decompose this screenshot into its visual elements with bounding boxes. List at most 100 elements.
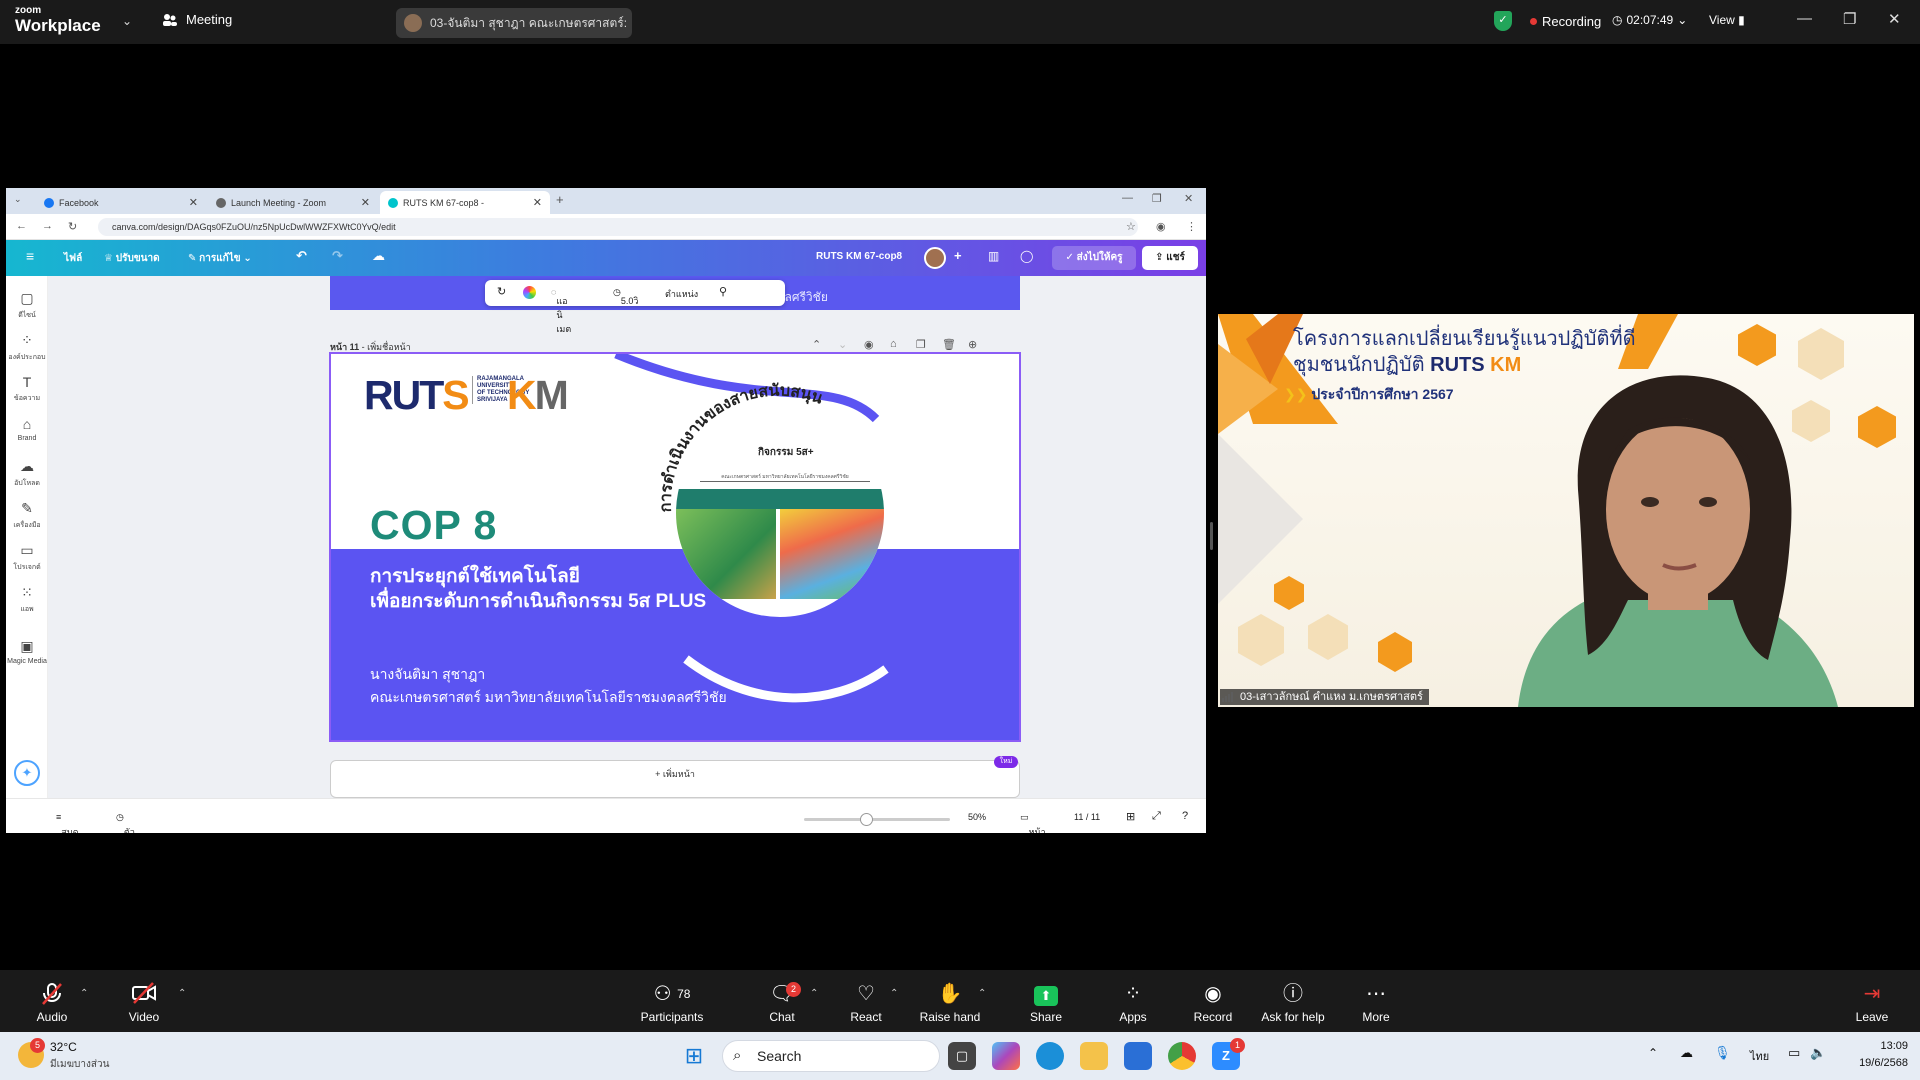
tab-close-icon[interactable]: ✕ [533,196,542,209]
view-button[interactable]: View ▮ [1709,13,1745,27]
rail-apps[interactable]: ⁙ แอพ [6,584,48,615]
url-field[interactable]: canva.com/design/DAGqs0FZuOU/nz5NpUcDwlW… [98,218,1138,236]
browser-close-icon[interactable]: ✕ [1184,192,1193,205]
next-slide-placeholder[interactable]: + เพิ่มหน้า [330,760,1020,798]
restore-icon[interactable]: ❐ [1843,10,1856,28]
new-tab-icon[interactable]: + [556,192,564,207]
help-icon[interactable]: ? [1182,810,1188,822]
copilot-icon[interactable] [992,1042,1020,1070]
analytics-icon[interactable]: ▥ [988,249,999,263]
redo-icon[interactable]: ↷ [332,248,343,264]
add-page-icon[interactable]: ⊕ [968,338,977,351]
security-shield-icon[interactable]: ✓ [1494,11,1512,31]
react-options-chevron-icon[interactable]: ⌃ [890,988,898,999]
rail-text[interactable]: T ข้อความ [6,374,48,404]
split-view-handle[interactable] [1210,522,1213,550]
tab-close-icon[interactable]: ✕ [189,196,198,209]
magic-assistant-icon[interactable]: ✦ [14,760,40,786]
raise-hand-button[interactable]: ✋ Raise hand [916,982,984,1024]
duplicate-page-icon[interactable]: ❐ [916,338,926,351]
ask-for-help-button[interactable]: ⓘ Ask for help [1258,982,1328,1024]
app-menu-chevron-icon[interactable]: ⌄ [122,14,132,28]
video-options-chevron-icon[interactable]: ⌃ [178,988,186,999]
tab-close-icon[interactable]: ✕ [361,196,370,209]
resize-menu[interactable]: ♕ ปรับขนาด [104,251,160,266]
display-icon[interactable]: ▭ [1788,1045,1800,1061]
clock-time[interactable]: 13:09 [1848,1040,1908,1052]
reload-icon[interactable]: ↻ [68,220,77,233]
chat-options-chevron-icon[interactable]: ⌃ [810,988,818,999]
rail-tools[interactable]: ✎ เครื่องมือ [6,500,48,531]
browser-restore-icon[interactable]: ❐ [1152,192,1162,205]
hide-page-icon[interactable]: ◉ [864,338,874,351]
add-collaborator-icon[interactable]: + [954,248,962,263]
present-button[interactable]: ✓ ส่งไปให้ครู [1052,246,1136,270]
notes-button[interactable]: ≡ สมุดโน้ต [56,812,79,833]
video-button[interactable]: Video [124,982,164,1024]
clock-date[interactable]: 19/6/2568 [1838,1057,1908,1069]
input-language[interactable]: ไทย [1750,1047,1769,1065]
delete-page-icon[interactable]: 🗑 [942,338,956,351]
slide-canvas[interactable]: RUTS RAJAMANGALA UNIVERSITY OF TECHNOLOG… [329,352,1021,742]
microsoft-store-icon[interactable] [1124,1042,1152,1070]
position-button[interactable]: ตำแหน่ง [665,287,698,301]
color-wheel-icon[interactable] [523,286,536,299]
react-button[interactable]: ♡ React [846,982,886,1024]
tab-canva-design[interactable]: RUTS KM 67-cop8 - ✕ [380,191,550,214]
rail-uploads[interactable]: ☁ อัปโหลด [6,458,48,489]
meeting-timer[interactable]: ◷ 02:07:49 ⌄ [1612,13,1687,27]
leave-button[interactable]: ⇥ Leave [1852,982,1892,1024]
replace-icon[interactable]: ↻ [497,285,506,298]
timer-button[interactable]: ◷ ตัวจับเวลา [116,812,135,833]
rail-brand[interactable]: ⌂ Brand [6,416,48,442]
rail-elements[interactable]: ⁘ องค์ประกอบ [6,332,48,363]
rail-design[interactable]: ▢ ดีไซน์ [6,290,48,321]
chrome-browser-icon[interactable] [1168,1042,1196,1070]
tab-launch-meeting[interactable]: Launch Meeting - Zoom ✕ [208,191,378,214]
show-hidden-icons-chevron-icon[interactable]: ⌃ [1648,1046,1658,1060]
close-icon[interactable]: ✕ [1888,10,1901,28]
volume-icon[interactable]: 🔈 [1810,1045,1826,1061]
edge-browser-icon[interactable] [1036,1042,1064,1070]
file-explorer-icon[interactable] [1080,1042,1108,1070]
cloud-save-icon[interactable]: ☁ [372,248,385,264]
audio-button[interactable]: Audio [32,982,72,1024]
tab-facebook[interactable]: Facebook ✕ [36,191,206,214]
browser-minimize-icon[interactable]: — [1122,192,1133,204]
share-screen-button[interactable]: ⬆ Share [1026,982,1066,1024]
duration-button[interactable]: ◷ 5.0วิ [613,287,638,306]
weather-description[interactable]: มีเมฆบางส่วน [50,1057,109,1072]
start-windows-icon[interactable]: ⊞ [680,1042,708,1070]
pages-button[interactable]: ▭ หน้า [1020,812,1046,833]
collaborator-avatar[interactable] [924,247,946,269]
record-button[interactable]: ◉ Record [1192,982,1234,1024]
tab-search-icon[interactable]: ⌄ [14,194,22,205]
meeting-menu[interactable]: Meeting [162,12,232,27]
rail-magic-media[interactable]: ▣ Magic Media [6,638,48,665]
audio-options-chevron-icon[interactable]: ⌃ [80,988,88,999]
page-down-icon[interactable]: ⌄ [838,338,847,351]
bookmark-star-icon[interactable]: ☆ [1126,220,1136,233]
extension-icon[interactable]: ◉ [1156,220,1166,233]
hamburger-menu-icon[interactable]: ≡ [26,248,34,264]
page-counter[interactable]: 11 / 11 [1074,812,1100,822]
comments-icon[interactable]: ◯ [1020,249,1033,263]
raise-hand-chevron-icon[interactable]: ⌃ [978,988,986,999]
document-title[interactable]: RUTS KM 67-cop8 [816,251,902,262]
share-button[interactable]: ⇪ แชร์ [1142,246,1198,270]
editing-menu[interactable]: ✎ การแก้ไข ⌄ [188,251,252,266]
forward-icon[interactable]: → [42,220,53,232]
network-icon[interactable]: ☁ [1680,1045,1693,1061]
zoom-slider-track[interactable] [804,818,950,821]
more-button[interactable]: ⋯ More [1356,982,1396,1024]
participants-button[interactable]: ⚇ 78 Participants [636,982,708,1024]
rail-projects[interactable]: ▭ โปรเจกต์ [6,542,48,573]
format-painter-icon[interactable]: ⚲ [719,285,727,298]
recording-indicator[interactable]: Recording [1530,14,1601,29]
zoom-slider-knob[interactable] [860,813,873,826]
grid-view-icon[interactable]: ⊞ [1126,810,1135,823]
zoom-percent[interactable]: 50% [968,812,986,822]
file-menu[interactable]: ไฟล์ [64,251,82,266]
browser-menu-icon[interactable]: ⋮ [1186,220,1197,233]
fullscreen-icon[interactable]: ⤢ [1152,810,1161,823]
